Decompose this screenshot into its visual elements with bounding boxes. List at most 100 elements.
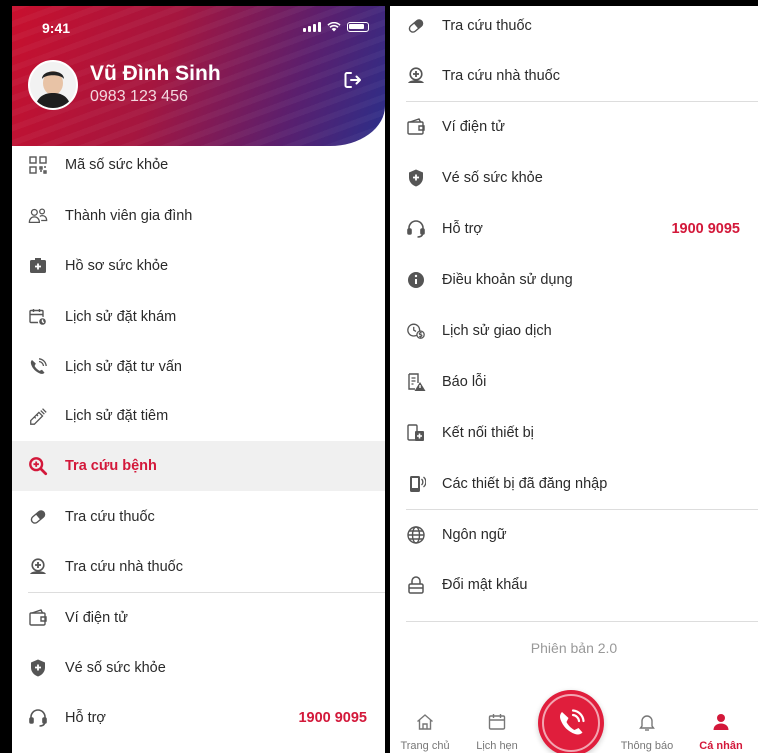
menu-item-label: Lịch sử đặt tiêm bbox=[65, 408, 169, 424]
signal-icon bbox=[303, 22, 321, 32]
menu-item-booking-history[interactable]: Lịch sử đặt khám bbox=[12, 292, 385, 342]
menu-item-pharmacy-lookup[interactable]: Tra cứu nhà thuốc bbox=[12, 542, 385, 592]
wifi-icon bbox=[327, 22, 341, 32]
user-phone: 0983 123 456 bbox=[90, 88, 188, 105]
logout-icon[interactable] bbox=[343, 70, 363, 90]
menu-item-label: Ví điện tử bbox=[442, 119, 505, 135]
wallet-icon bbox=[406, 117, 426, 137]
report-bug-icon bbox=[406, 372, 426, 392]
profile-menu-screen-right: Tra cứu thuốc Tra cứu nhà thuốc Ví điện … bbox=[390, 6, 758, 753]
qr-code-icon bbox=[28, 155, 48, 175]
menu-item-label: Vé số sức khỏe bbox=[65, 660, 166, 676]
menu-item-label: Báo lỗi bbox=[442, 374, 487, 390]
call-button-ring bbox=[542, 694, 600, 752]
nav-profile[interactable]: Cá nhân bbox=[686, 712, 756, 752]
menu-item-e-wallet[interactable]: Ví điện tử bbox=[390, 102, 758, 152]
profile-header: 9:41 Vũ Đình Sinh 0983 123 456 bbox=[12, 6, 385, 146]
menu-item-health-code[interactable]: Mã số sức khỏe bbox=[12, 140, 385, 190]
menu-item-label: Tra cứu nhà thuốc bbox=[442, 68, 560, 84]
pill-icon bbox=[406, 16, 426, 36]
menu-item-logged-devices[interactable]: Các thiết bị đã đăng nhập bbox=[390, 459, 758, 509]
avatar[interactable] bbox=[28, 60, 78, 110]
menu-item-transaction-history[interactable]: Lịch sử giao dịch bbox=[390, 306, 758, 356]
menu-item-label: Mã số sức khỏe bbox=[65, 157, 169, 173]
menu-item-label: Tra cứu thuốc bbox=[442, 18, 532, 34]
menu-item-drug-lookup[interactable]: Tra cứu thuốc bbox=[12, 492, 385, 542]
menu-item-label: Lịch sử đặt tư vấn bbox=[65, 359, 182, 375]
logged-devices-icon bbox=[406, 474, 426, 494]
transaction-history-icon bbox=[406, 321, 426, 341]
menu-item-disease-lookup[interactable]: Tra cứu bệnh bbox=[12, 441, 385, 491]
menu-item-support[interactable]: Hỗ trợ 1900 9095 bbox=[390, 204, 758, 254]
menu-item-health-lottery[interactable]: Vé số sức khỏe bbox=[12, 643, 385, 693]
status-time: 9:41 bbox=[42, 20, 71, 36]
menu-item-label: Hỗ trợ bbox=[65, 710, 106, 726]
menu-item-pharmacy-lookup[interactable]: Tra cứu nhà thuốc bbox=[390, 51, 758, 101]
nav-home-label: Trang chủ bbox=[400, 740, 450, 752]
menu-item-label: Tra cứu thuốc bbox=[65, 509, 155, 525]
menu-item-label: Tra cứu nhà thuốc bbox=[65, 559, 183, 575]
menu-divider bbox=[406, 621, 758, 622]
menu-item-consult-history[interactable]: Lịch sử đặt tư vấn bbox=[12, 342, 385, 392]
nav-notifications-label: Thông báo bbox=[620, 740, 674, 752]
nav-notifications[interactable]: Thông báo bbox=[612, 712, 682, 752]
support-hotline[interactable]: 1900 9095 bbox=[298, 710, 367, 726]
menu-item-family[interactable]: Thành viên gia đình bbox=[12, 191, 385, 241]
menu-item-label: Đổi mật khẩu bbox=[442, 577, 528, 593]
nav-home[interactable]: Trang chủ bbox=[390, 712, 460, 752]
menu-item-label: Ngôn ngữ bbox=[442, 527, 507, 543]
menu-item-label: Các thiết bị đã đăng nhập bbox=[442, 476, 608, 492]
user-icon bbox=[713, 714, 729, 730]
menu-item-label: Hỗ trợ bbox=[442, 221, 483, 237]
menu-item-vaccination-history[interactable]: Lịch sử đặt tiêm bbox=[12, 391, 385, 441]
app-version: Phiên bản 2.0 bbox=[530, 640, 618, 656]
info-icon bbox=[406, 270, 426, 290]
menu-item-health-record[interactable]: Hồ sơ sức khỏe bbox=[12, 241, 385, 291]
wallet-icon bbox=[28, 608, 48, 628]
pharmacy-location-icon bbox=[28, 557, 48, 577]
support-hotline[interactable]: 1900 9095 bbox=[671, 221, 740, 237]
status-icons bbox=[303, 22, 369, 32]
menu-item-label: Hồ sơ sức khỏe bbox=[65, 258, 169, 274]
device-connect-icon bbox=[406, 423, 426, 443]
menu-item-report-bug[interactable]: Báo lỗi bbox=[390, 357, 758, 407]
pharmacy-location-icon bbox=[406, 66, 426, 86]
headset-icon bbox=[28, 708, 48, 728]
nav-schedule[interactable]: Lịch hẹn bbox=[462, 712, 532, 752]
profile-menu-screen-left: 9:41 Vũ Đình Sinh 0983 123 456 Mã số sức… bbox=[12, 6, 385, 753]
menu-item-e-wallet[interactable]: Ví điện tử bbox=[12, 593, 385, 643]
menu-item-terms[interactable]: Điều khoản sử dụng bbox=[390, 255, 758, 305]
battery-icon bbox=[347, 22, 369, 32]
shield-plus-icon bbox=[406, 168, 426, 188]
family-icon bbox=[28, 206, 48, 226]
health-record-icon bbox=[28, 256, 48, 276]
nav-profile-label: Cá nhân bbox=[699, 740, 743, 752]
menu-item-label: Kết nối thiết bị bbox=[442, 425, 534, 441]
menu-item-label: Vé số sức khỏe bbox=[442, 170, 543, 186]
menu-item-label: Tra cứu bệnh bbox=[65, 458, 157, 474]
pill-icon bbox=[28, 507, 48, 527]
bell-icon bbox=[639, 715, 655, 731]
menu-item-label: Ví điện tử bbox=[65, 610, 128, 626]
menu-item-support[interactable]: Hỗ trợ 1900 9095 bbox=[12, 693, 385, 743]
disease-search-icon bbox=[28, 456, 48, 476]
bottom-navigation: Trang chủ Lịch hẹn Thông báo Cá nhân bbox=[390, 690, 758, 753]
calendar-icon bbox=[488, 714, 506, 730]
home-icon bbox=[417, 714, 433, 730]
menu-item-health-lottery[interactable]: Vé số sức khỏe bbox=[390, 153, 758, 203]
calendar-clock-icon bbox=[28, 307, 48, 327]
menu-item-change-password[interactable]: Đổi mật khẩu bbox=[390, 560, 758, 610]
user-name: Vũ Đình Sinh bbox=[90, 62, 221, 85]
menu-item-language[interactable]: Ngôn ngữ bbox=[390, 510, 758, 560]
nav-schedule-label: Lịch hẹn bbox=[476, 740, 518, 752]
phone-consult-icon bbox=[28, 357, 48, 377]
menu-item-label: Lịch sử giao dịch bbox=[442, 323, 552, 339]
syringe-icon bbox=[28, 406, 48, 426]
headset-icon bbox=[406, 219, 426, 239]
shield-plus-icon bbox=[28, 658, 48, 678]
globe-icon bbox=[406, 525, 426, 545]
menu-item-connect-device[interactable]: Kết nối thiết bị bbox=[390, 408, 758, 458]
menu-item-label: Điều khoản sử dụng bbox=[442, 272, 573, 288]
lock-icon bbox=[406, 575, 426, 595]
menu-item-drug-lookup[interactable]: Tra cứu thuốc bbox=[390, 6, 758, 51]
